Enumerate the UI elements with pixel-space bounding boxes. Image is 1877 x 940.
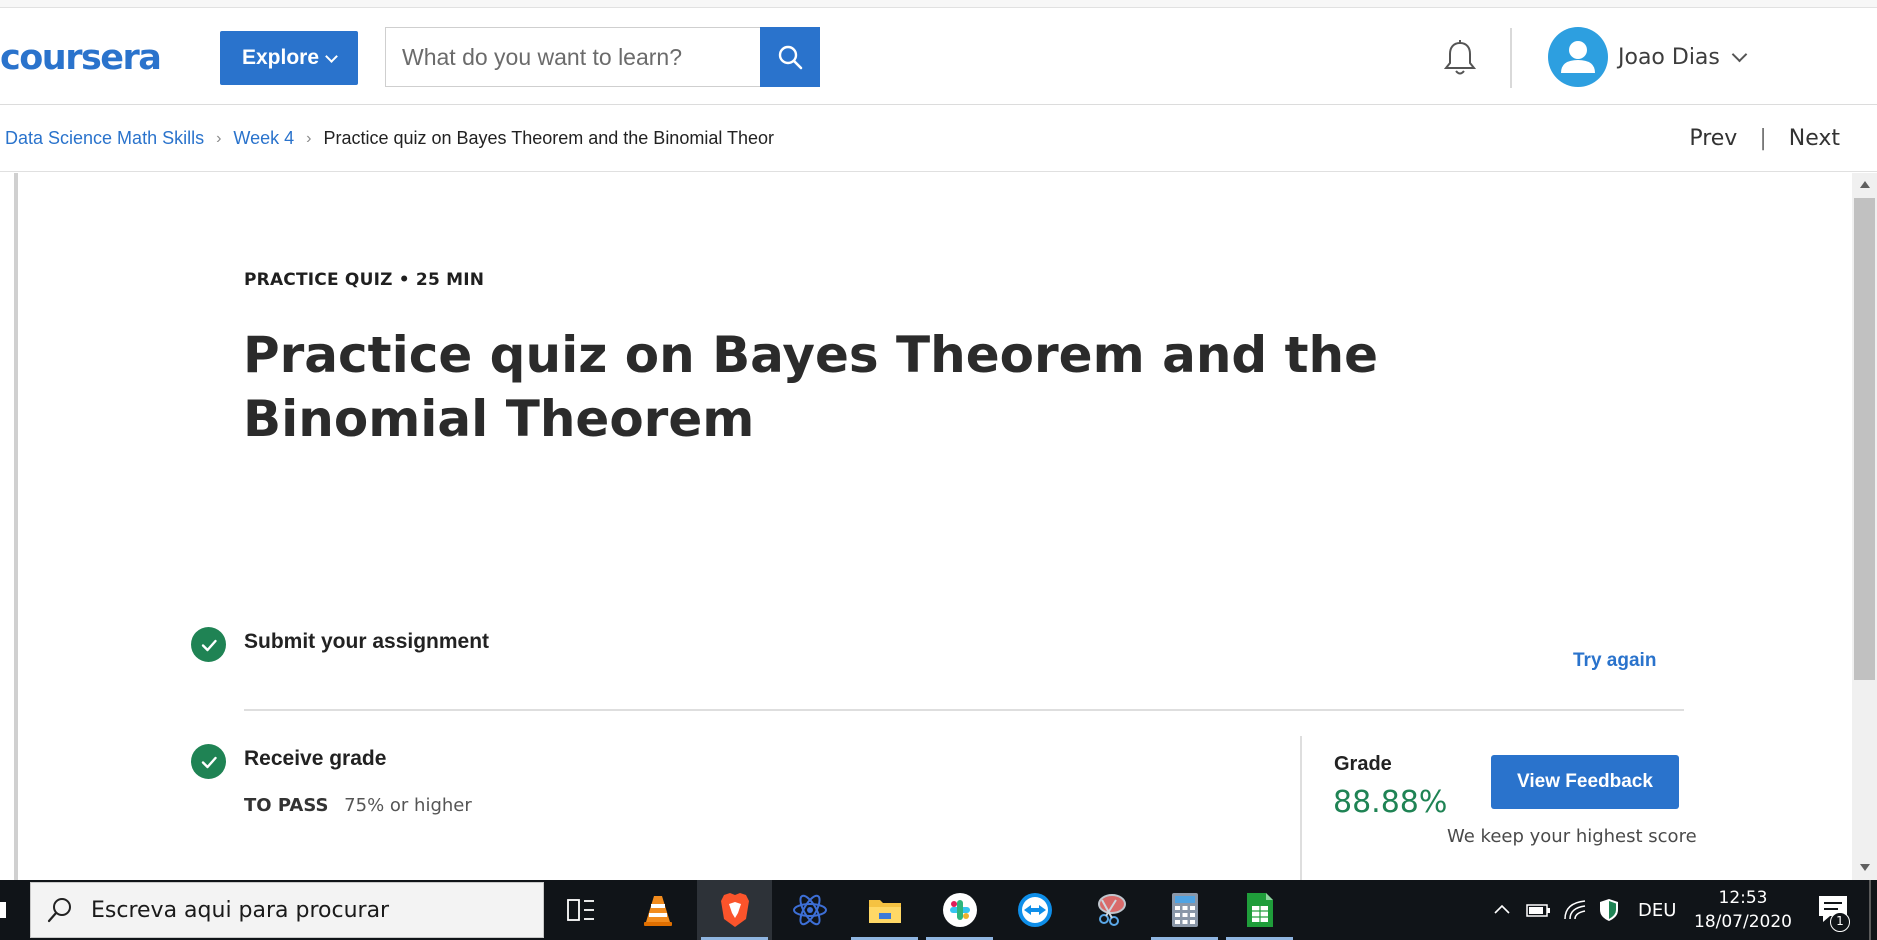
notification-count-badge: 1 xyxy=(1830,912,1850,932)
left-rail xyxy=(14,173,18,880)
scroll-down-arrow-icon[interactable] xyxy=(1860,864,1870,871)
to-pass-label: TO PASS xyxy=(244,795,329,816)
user-name: Joao Dias xyxy=(1618,44,1720,70)
chevron-down-icon xyxy=(325,49,338,63)
next-button[interactable]: Next xyxy=(1789,126,1840,151)
prev-next-nav: Prev | Next xyxy=(1689,126,1840,151)
chevron-right-icon: › xyxy=(216,129,222,147)
battery-icon xyxy=(1526,904,1550,917)
user-icon xyxy=(1561,41,1595,73)
taskbar-app-vlc[interactable] xyxy=(620,880,695,940)
bell-icon xyxy=(1443,40,1477,75)
windows-logo-icon xyxy=(0,902,6,918)
folder-icon xyxy=(868,900,901,923)
tray-wifi[interactable] xyxy=(1563,880,1587,940)
scroll-up-arrow-icon[interactable] xyxy=(1860,181,1870,188)
taskbar-app-brave[interactable] xyxy=(697,880,772,940)
chevron-up-icon xyxy=(1494,904,1510,914)
header-divider xyxy=(1510,28,1512,88)
tray-battery[interactable] xyxy=(1526,880,1552,940)
brave-icon xyxy=(720,893,749,927)
taskbar-app-spreadsheet[interactable] xyxy=(1222,880,1297,940)
notifications-bell-button[interactable] xyxy=(1440,38,1480,78)
highest-score-note: We keep your highest score xyxy=(1447,826,1697,847)
taskbar-app-teamviewer[interactable] xyxy=(997,880,1072,940)
windows-taskbar: Escreva aqui para procurar DEU 12:53 18/… xyxy=(0,880,1877,940)
language-indicator: DEU xyxy=(1638,899,1677,921)
search-icon xyxy=(47,898,71,923)
spreadsheet-icon xyxy=(1246,893,1273,927)
slack-icon xyxy=(942,893,977,927)
taskbar-search[interactable]: Escreva aqui para procurar xyxy=(30,882,544,938)
tray-language[interactable]: DEU xyxy=(1638,880,1676,940)
section-divider xyxy=(244,709,1684,711)
calculator-icon xyxy=(1171,893,1198,927)
grade-value: 88.88% xyxy=(1333,785,1448,820)
taskbar-app-atom[interactable] xyxy=(772,880,847,940)
search-icon xyxy=(778,45,803,70)
to-pass-value: 75% or higher xyxy=(344,795,472,816)
step-submit-title: Submit your assignment xyxy=(244,630,490,653)
wifi-icon xyxy=(1564,900,1586,920)
tray-security[interactable] xyxy=(1598,880,1620,940)
show-desktop-button[interactable] xyxy=(1869,880,1871,940)
try-again-link[interactable]: Try again xyxy=(1573,650,1656,672)
page-title: Practice quiz on Bayes Theorem and the B… xyxy=(243,326,1379,448)
coursera-logo[interactable]: coursera xyxy=(0,38,162,78)
clock-time: 12:53 xyxy=(1718,888,1768,908)
chevron-right-icon: › xyxy=(306,129,312,147)
prev-button[interactable]: Prev xyxy=(1689,126,1737,151)
search-button[interactable] xyxy=(760,27,820,87)
task-view-icon xyxy=(566,899,594,921)
shield-icon xyxy=(1600,899,1618,921)
quiz-meta: PRACTICE QUIZ • 25 MIN xyxy=(244,270,485,290)
browser-top-edge xyxy=(0,0,1877,8)
taskbar-app-slack[interactable] xyxy=(922,880,997,940)
quiz-content: PRACTICE QUIZ • 25 MIN Practice quiz on … xyxy=(0,173,1852,880)
chevron-down-icon xyxy=(1731,46,1748,62)
pass-requirement: TO PASS 75% or higher xyxy=(244,795,472,816)
task-view-button[interactable] xyxy=(543,880,618,940)
breadcrumb: Data Science Math Skills › Week 4 › Prac… xyxy=(5,128,774,149)
breadcrumb-bar: Data Science Math Skills › Week 4 › Prac… xyxy=(0,106,1877,172)
grade-divider xyxy=(1300,736,1302,880)
user-menu[interactable]: Joao Dias xyxy=(1548,26,1748,88)
grade-label: Grade xyxy=(1334,753,1392,775)
clock-date: 18/07/2020 xyxy=(1694,912,1792,932)
logo-text: coursera xyxy=(0,38,162,78)
scroll-thumb[interactable] xyxy=(1854,198,1875,680)
view-feedback-button[interactable]: View Feedback xyxy=(1491,755,1679,809)
breadcrumb-course[interactable]: Data Science Math Skills xyxy=(5,128,204,149)
check-circle-icon xyxy=(191,627,226,662)
taskbar-search-placeholder: Escreva aqui para procurar xyxy=(91,897,390,923)
taskbar-clock[interactable]: 12:53 18/07/2020 xyxy=(1688,886,1798,934)
breadcrumb-current: Practice quiz on Bayes Theorem and the B… xyxy=(323,128,775,148)
atom-icon xyxy=(792,894,827,926)
explore-label: Explore xyxy=(241,46,320,69)
search-input[interactable] xyxy=(385,27,761,87)
vertical-scrollbar[interactable] xyxy=(1852,173,1877,880)
explore-button[interactable]: Explore xyxy=(220,31,358,85)
taskbar-app-snipping-tool[interactable] xyxy=(1072,880,1147,940)
teamviewer-icon xyxy=(1017,893,1052,927)
tray-overflow-button[interactable] xyxy=(1492,880,1512,940)
vlc-icon xyxy=(643,896,672,926)
breadcrumb-week[interactable]: Week 4 xyxy=(233,128,294,149)
scissors-icon xyxy=(1097,894,1126,926)
taskbar-app-calculator[interactable] xyxy=(1147,880,1222,940)
avatar xyxy=(1548,27,1608,87)
start-button[interactable] xyxy=(0,880,30,940)
check-circle-icon xyxy=(191,744,226,779)
taskbar-app-file-explorer[interactable] xyxy=(847,880,922,940)
step-grade-title: Receive grade xyxy=(244,747,387,770)
site-header: coursera Explore Joao Dias xyxy=(0,8,1877,105)
nav-separator: | xyxy=(1759,126,1767,151)
